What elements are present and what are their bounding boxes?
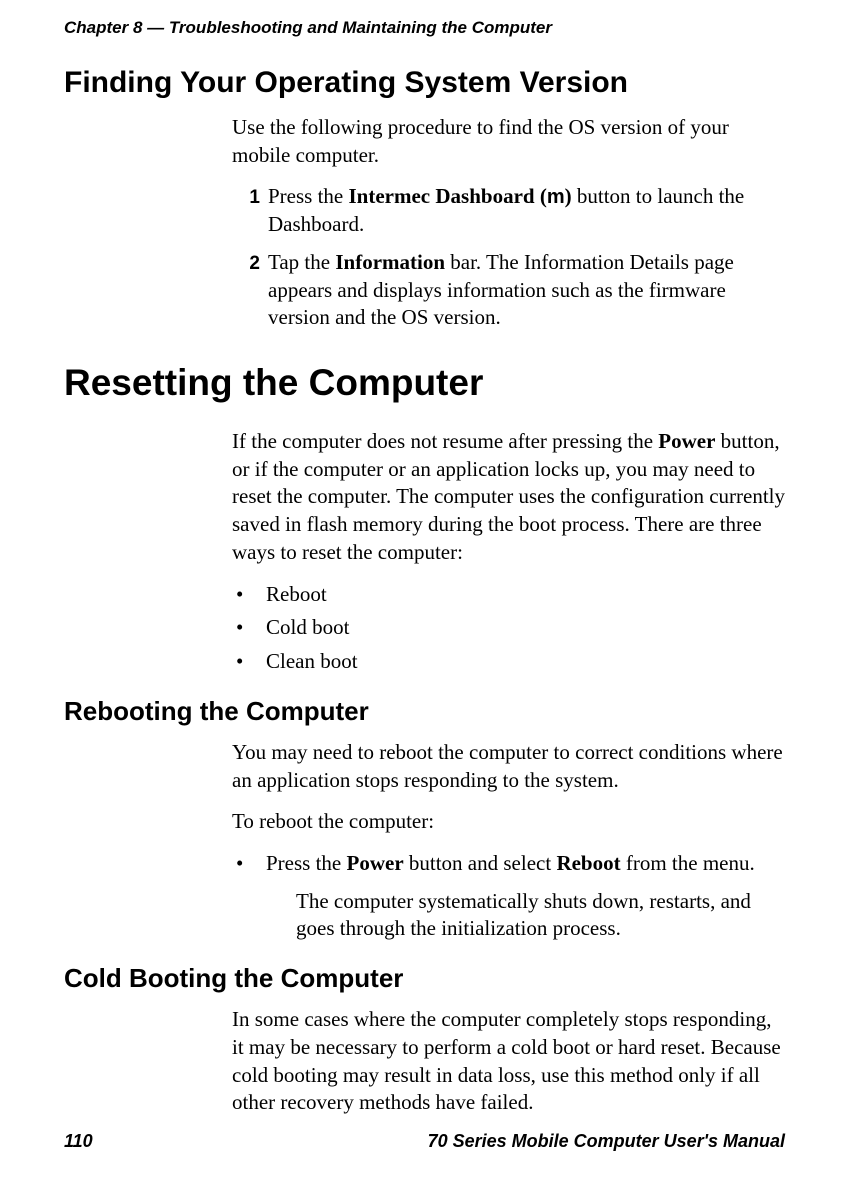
section3-body: You may need to reboot the computer to c… [232,739,785,943]
bold-text: Power [347,851,404,875]
reset-methods-list: • Reboot • Cold boot • Clean boot [232,581,785,676]
bullet: • [232,614,266,642]
bold-text: Information [335,250,445,274]
text: Press the [268,184,349,208]
bullet: • [232,850,266,943]
section2-body: If the computer does not resume after pr… [232,428,785,676]
heading-resetting-computer: Resetting the Computer [64,362,785,404]
section4-body: In some cases where the computer complet… [232,1006,785,1117]
list-item: • Press the Power button and select Rebo… [232,850,785,943]
section3-p1: You may need to reboot the computer to c… [232,739,785,794]
step-2: 2 Tap the Information bar. The Informati… [232,249,785,332]
section4-p1: In some cases where the computer complet… [232,1006,785,1117]
text: Tap the [268,250,335,274]
text: If the computer does not resume after pr… [232,429,658,453]
section2-intro: If the computer does not resume after pr… [232,428,785,567]
heading-finding-os-version: Finding Your Operating System Version [64,66,785,100]
text: from the menu. [621,851,755,875]
text: Press the [266,851,347,875]
step-text: Tap the Information bar. The Information… [268,249,785,332]
sub-paragraph: The computer systematically shuts down, … [296,888,785,943]
list-text: Press the Power button and select Reboot… [266,850,785,943]
reboot-steps-list: • Press the Power button and select Rebo… [232,850,785,943]
section1-intro: Use the following procedure to find the … [232,114,785,169]
step-number: 1 [232,183,268,238]
bold-text: Reboot [556,851,620,875]
text: button and select [404,851,557,875]
list-item: • Reboot [232,581,785,609]
heading-cold-booting-computer: Cold Booting the Computer [64,963,785,994]
section1-body: Use the following procedure to find the … [232,114,785,332]
step-number: 2 [232,249,268,332]
running-header: Chapter 8 — Troubleshooting and Maintain… [64,18,785,38]
list-item: • Clean boot [232,648,785,676]
heading-rebooting-computer: Rebooting the Computer [64,696,785,727]
page-footer: 110 70 Series Mobile Computer User's Man… [64,1131,785,1152]
bold-text: Power [658,429,715,453]
bold-text: Intermec Dashboard ( [349,184,547,208]
page: Chapter 8 — Troubleshooting and Maintain… [0,0,849,1178]
list-item: • Cold boot [232,614,785,642]
page-number: 110 [64,1131,93,1152]
manual-title: 70 Series Mobile Computer User's Manual [428,1131,785,1152]
bold-text: ) [565,184,572,208]
bullet: • [232,648,266,676]
section1-steps: 1 Press the Intermec Dashboard (m) butto… [232,183,785,332]
list-text: Clean boot [266,648,785,676]
step-text: Press the Intermec Dashboard (m) button … [268,183,785,238]
section3-p2: To reboot the computer: [232,808,785,836]
list-text: Cold boot [266,614,785,642]
bullet: • [232,581,266,609]
list-text: Reboot [266,581,785,609]
step-1: 1 Press the Intermec Dashboard (m) butto… [232,183,785,238]
dashboard-icon-glyph: m [547,186,565,208]
